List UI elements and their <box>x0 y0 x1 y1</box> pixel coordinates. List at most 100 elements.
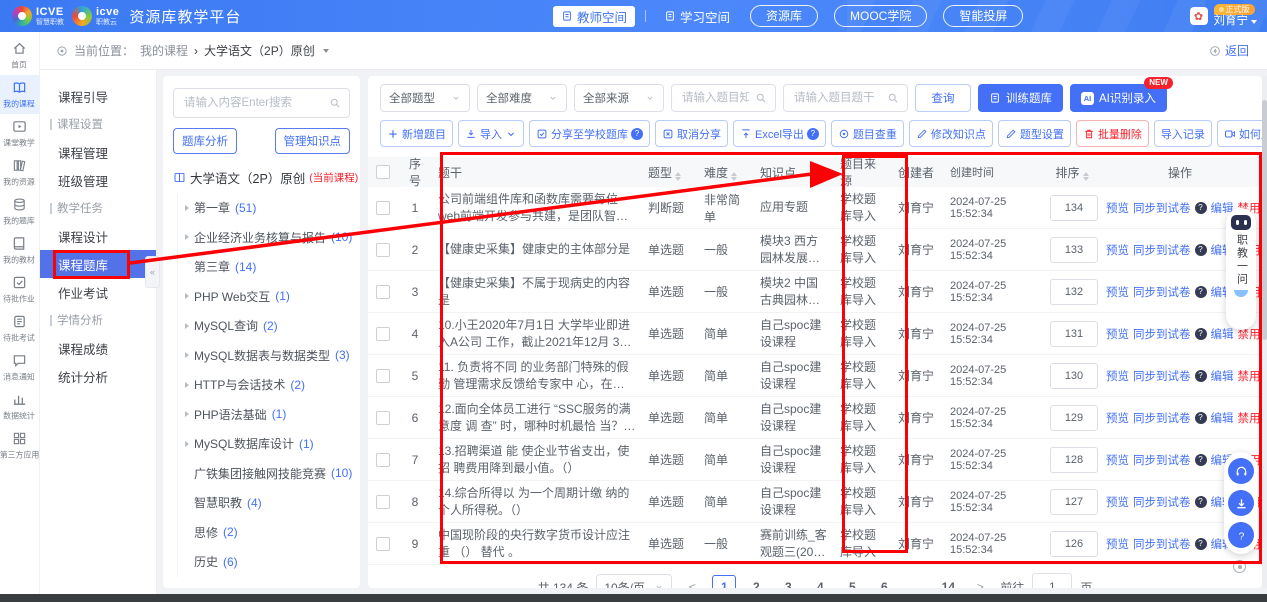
search-icon[interactable] <box>329 97 341 109</box>
tree-node[interactable]: MySQL查询 (2) <box>185 311 350 341</box>
sync-to-paper-link[interactable]: 同步到试卷 <box>1133 494 1191 510</box>
header-pill-button[interactable]: 资源库 <box>750 5 818 27</box>
disable-link[interactable]: 禁用 <box>1238 410 1261 426</box>
col-type[interactable]: 题型 <box>642 164 698 181</box>
preview-link[interactable]: 预览 <box>1106 200 1129 216</box>
row-checkbox[interactable] <box>376 243 390 257</box>
rail-item[interactable]: 数据统计 <box>0 387 39 426</box>
tree-node[interactable]: 企业经济业务核算与报告 (10) <box>185 223 350 253</box>
toolbar-button[interactable]: 导入记录 <box>1154 120 1212 147</box>
col-difficulty[interactable]: 难度 <box>698 164 754 181</box>
collapse-panel-handle[interactable]: « <box>145 256 160 288</box>
edit-link[interactable]: 编辑 <box>1211 368 1234 384</box>
toolbar-button[interactable]: 取消分享 <box>655 120 728 147</box>
page-size-select[interactable]: 10条/页 <box>596 574 672 588</box>
toolbar-button[interactable]: 导入 <box>458 120 524 147</box>
sort-order-input[interactable] <box>1050 321 1098 347</box>
page-button[interactable]: 4 <box>808 575 832 588</box>
goto-page-input[interactable] <box>1032 573 1072 588</box>
row-checkbox[interactable] <box>376 411 390 425</box>
row-checkbox[interactable] <box>376 537 390 551</box>
preview-link[interactable]: 预览 <box>1106 368 1129 384</box>
sort-order-input[interactable] <box>1050 195 1098 221</box>
sort-order-input[interactable] <box>1050 531 1098 557</box>
page-button[interactable]: 6 <box>872 575 896 588</box>
rail-item[interactable]: 课堂教学 <box>0 114 39 153</box>
sync-to-paper-link[interactable]: 同步到试卷 <box>1133 452 1191 468</box>
row-checkbox[interactable] <box>376 285 390 299</box>
disable-link[interactable]: 禁用 <box>1238 368 1261 384</box>
scrollbar-thumb[interactable] <box>1262 100 1267 340</box>
course-tree-root[interactable]: 大学语文（2P）原创 (当前课程) <box>173 168 350 187</box>
search-icon[interactable] <box>755 92 767 104</box>
sort-order-input[interactable] <box>1050 447 1098 473</box>
rail-item[interactable]: 消息通知 <box>0 348 39 387</box>
tree-node[interactable]: MySQL数据库设计 (1) <box>185 429 350 459</box>
menu-item[interactable]: 教学任务 <box>40 194 156 222</box>
row-checkbox[interactable] <box>376 327 390 341</box>
sync-to-paper-link[interactable]: 同步到试卷 <box>1133 200 1191 216</box>
rail-item[interactable]: 我的教材 <box>0 231 39 270</box>
tree-node[interactable]: 智慧职教 (4) <box>185 488 350 518</box>
row-checkbox[interactable] <box>376 201 390 215</box>
help-icon[interactable]: ? <box>1195 412 1207 424</box>
preview-link[interactable]: 预览 <box>1106 536 1129 552</box>
toolbar-button[interactable]: 修改知识点 <box>909 120 993 147</box>
preview-link[interactable]: 预览 <box>1106 452 1129 468</box>
help-icon[interactable]: ? <box>1195 454 1207 466</box>
expand-arrow-icon[interactable] <box>185 352 189 358</box>
tree-node[interactable]: 思修 (2) <box>185 518 350 548</box>
expand-arrow-icon[interactable] <box>185 411 189 417</box>
help-button[interactable]: ? <box>1228 522 1254 548</box>
download-button[interactable] <box>1228 490 1254 516</box>
edit-link[interactable]: 编辑 <box>1211 326 1234 342</box>
page-button[interactable]: 2 <box>744 575 768 588</box>
ai-recognition-button[interactable]: AI AI识别录入 NEW <box>1070 84 1167 112</box>
stem-filter-input[interactable] <box>792 91 883 105</box>
header-pill-button[interactable]: MOOC学院 <box>834 5 927 27</box>
query-button[interactable]: 查询 <box>915 84 971 112</box>
tab-learning-space[interactable]: 学习空间 <box>656 6 738 27</box>
preview-link[interactable]: 预览 <box>1106 494 1129 510</box>
training-bank-button[interactable]: 训练题库 <box>978 84 1063 112</box>
menu-item[interactable]: 课程引导 <box>40 82 156 110</box>
sync-to-paper-link[interactable]: 同步到试卷 <box>1133 242 1191 258</box>
rail-item[interactable]: 第三方应用 <box>0 426 39 465</box>
tree-node[interactable]: 第一章 (51) <box>185 193 350 223</box>
preview-link[interactable]: 预览 <box>1106 410 1129 426</box>
school-avatar[interactable]: ✿ <box>1190 7 1208 25</box>
knowledge-filter-input[interactable] <box>680 91 751 105</box>
tree-node[interactable]: HTTP与会话技术 (2) <box>185 370 350 400</box>
customer-service-button[interactable] <box>1228 458 1254 484</box>
sort-order-input[interactable] <box>1050 363 1098 389</box>
breadcrumb-current[interactable]: 大学语文（2P）原创 <box>204 42 315 59</box>
help-icon[interactable]: ? <box>1195 538 1207 550</box>
preview-link[interactable]: 预览 <box>1106 326 1129 342</box>
page-button[interactable]: 3 <box>776 575 800 588</box>
expand-arrow-icon[interactable] <box>185 205 189 211</box>
rail-item[interactable]: 我的题库 <box>0 192 39 231</box>
help-icon[interactable]: ? <box>631 128 643 140</box>
chevron-down-icon[interactable] <box>323 49 329 53</box>
toolbar-button[interactable]: 批量删除 <box>1076 120 1149 147</box>
rail-item[interactable]: 我的资源 <box>0 153 39 192</box>
tree-node[interactable]: PHP语法基础 (1) <box>185 400 350 430</box>
page-button[interactable]: 5 <box>840 575 864 588</box>
menu-item[interactable]: 学情分析 <box>40 306 156 334</box>
tree-node[interactable]: 历史 (6) <box>185 547 350 577</box>
sort-order-input[interactable] <box>1050 405 1098 431</box>
help-icon[interactable]: ? <box>1195 370 1207 382</box>
help-icon[interactable]: ? <box>1195 286 1207 298</box>
knowledge-search-input[interactable] <box>182 96 325 110</box>
source-select[interactable]: 全部来源 <box>574 84 664 112</box>
help-icon[interactable]: ? <box>1195 202 1207 214</box>
menu-item[interactable]: 课程设置 <box>40 110 156 138</box>
menu-item[interactable]: 课程成绩 <box>40 334 156 362</box>
toolbar-button[interactable]: 如何上传题库? <box>1217 120 1262 147</box>
toolbar-button[interactable]: 新增题目 <box>380 120 453 147</box>
menu-item[interactable]: 统计分析 <box>40 362 156 390</box>
toolbar-button[interactable]: Excel导出 ? <box>733 120 826 147</box>
rail-item[interactable]: 待批考试 <box>0 309 39 348</box>
sync-to-paper-link[interactable]: 同步到试卷 <box>1133 368 1191 384</box>
help-icon[interactable]: ? <box>1195 496 1207 508</box>
